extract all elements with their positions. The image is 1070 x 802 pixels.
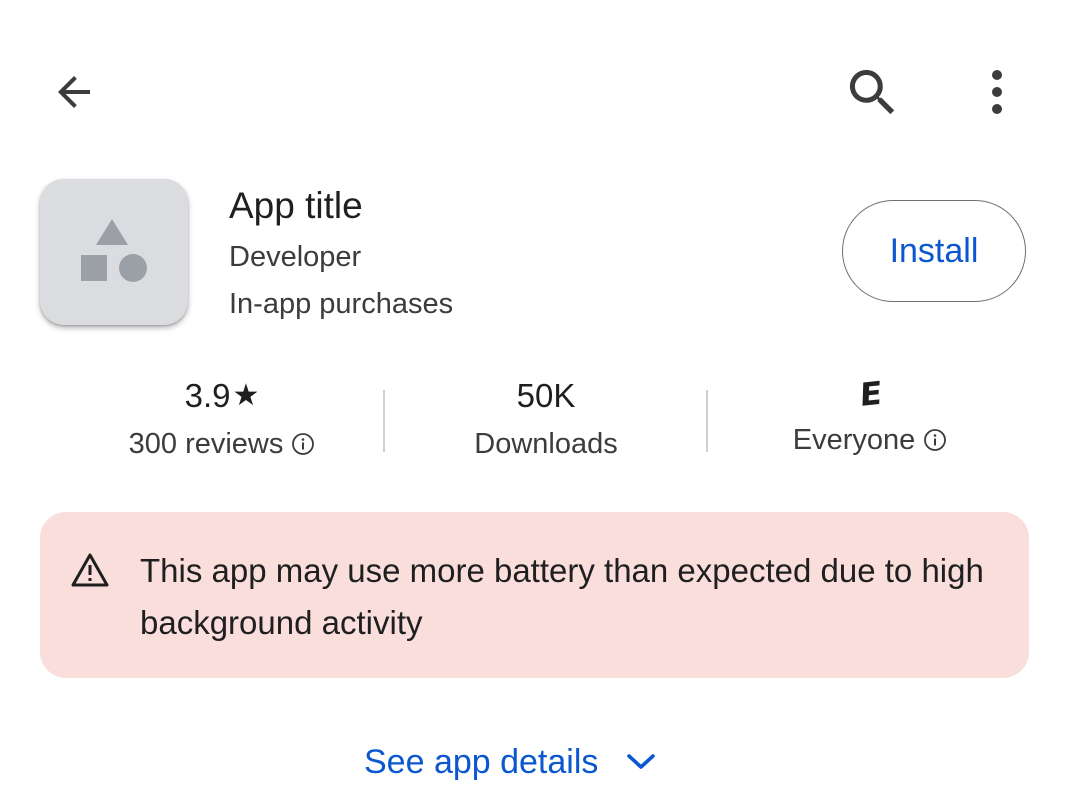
see-app-details-label: See app details [364,742,599,781]
app-icon [40,179,188,325]
warning-triangle-icon [71,553,109,587]
search-icon [849,69,895,115]
star-icon: ★ [232,379,260,412]
app-placeholder-icon [81,219,147,282]
info-icon [924,429,947,451]
info-icon [292,433,315,455]
rating-value: 3.9 [184,377,231,414]
battery-warning-banner: This app may use more battery than expec… [40,512,1029,678]
warning-text: This app may use more battery than expec… [140,552,984,641]
content-rating-label: Everyone [792,424,916,456]
content-rating-stat[interactable]: E Everyone [770,374,970,458]
see-app-details-button[interactable]: See app details [364,732,656,792]
esrb-e-badge-icon: E [858,374,882,414]
app-title: App title [229,185,363,226]
arrow-back-icon [58,76,90,108]
downloads-stat: 50K Downloads [440,376,652,462]
install-button[interactable]: Install [842,200,1026,302]
more-vert-icon [992,70,1002,114]
downloads-label: Downloads [474,428,618,460]
stats-divider [383,390,385,452]
back-button[interactable] [42,60,106,124]
chevron-down-icon [627,754,656,769]
in-app-purchases-label: In-app purchases [229,288,454,320]
search-button[interactable] [838,58,906,126]
developer-link[interactable]: Developer [229,239,361,275]
reviews-count: 300 reviews [128,428,284,460]
downloads-value: 50K [516,377,576,414]
rating-stat[interactable]: 3.9 ★ 300 reviews [100,376,344,462]
more-options-button[interactable] [964,58,1030,126]
stats-divider [706,390,708,452]
